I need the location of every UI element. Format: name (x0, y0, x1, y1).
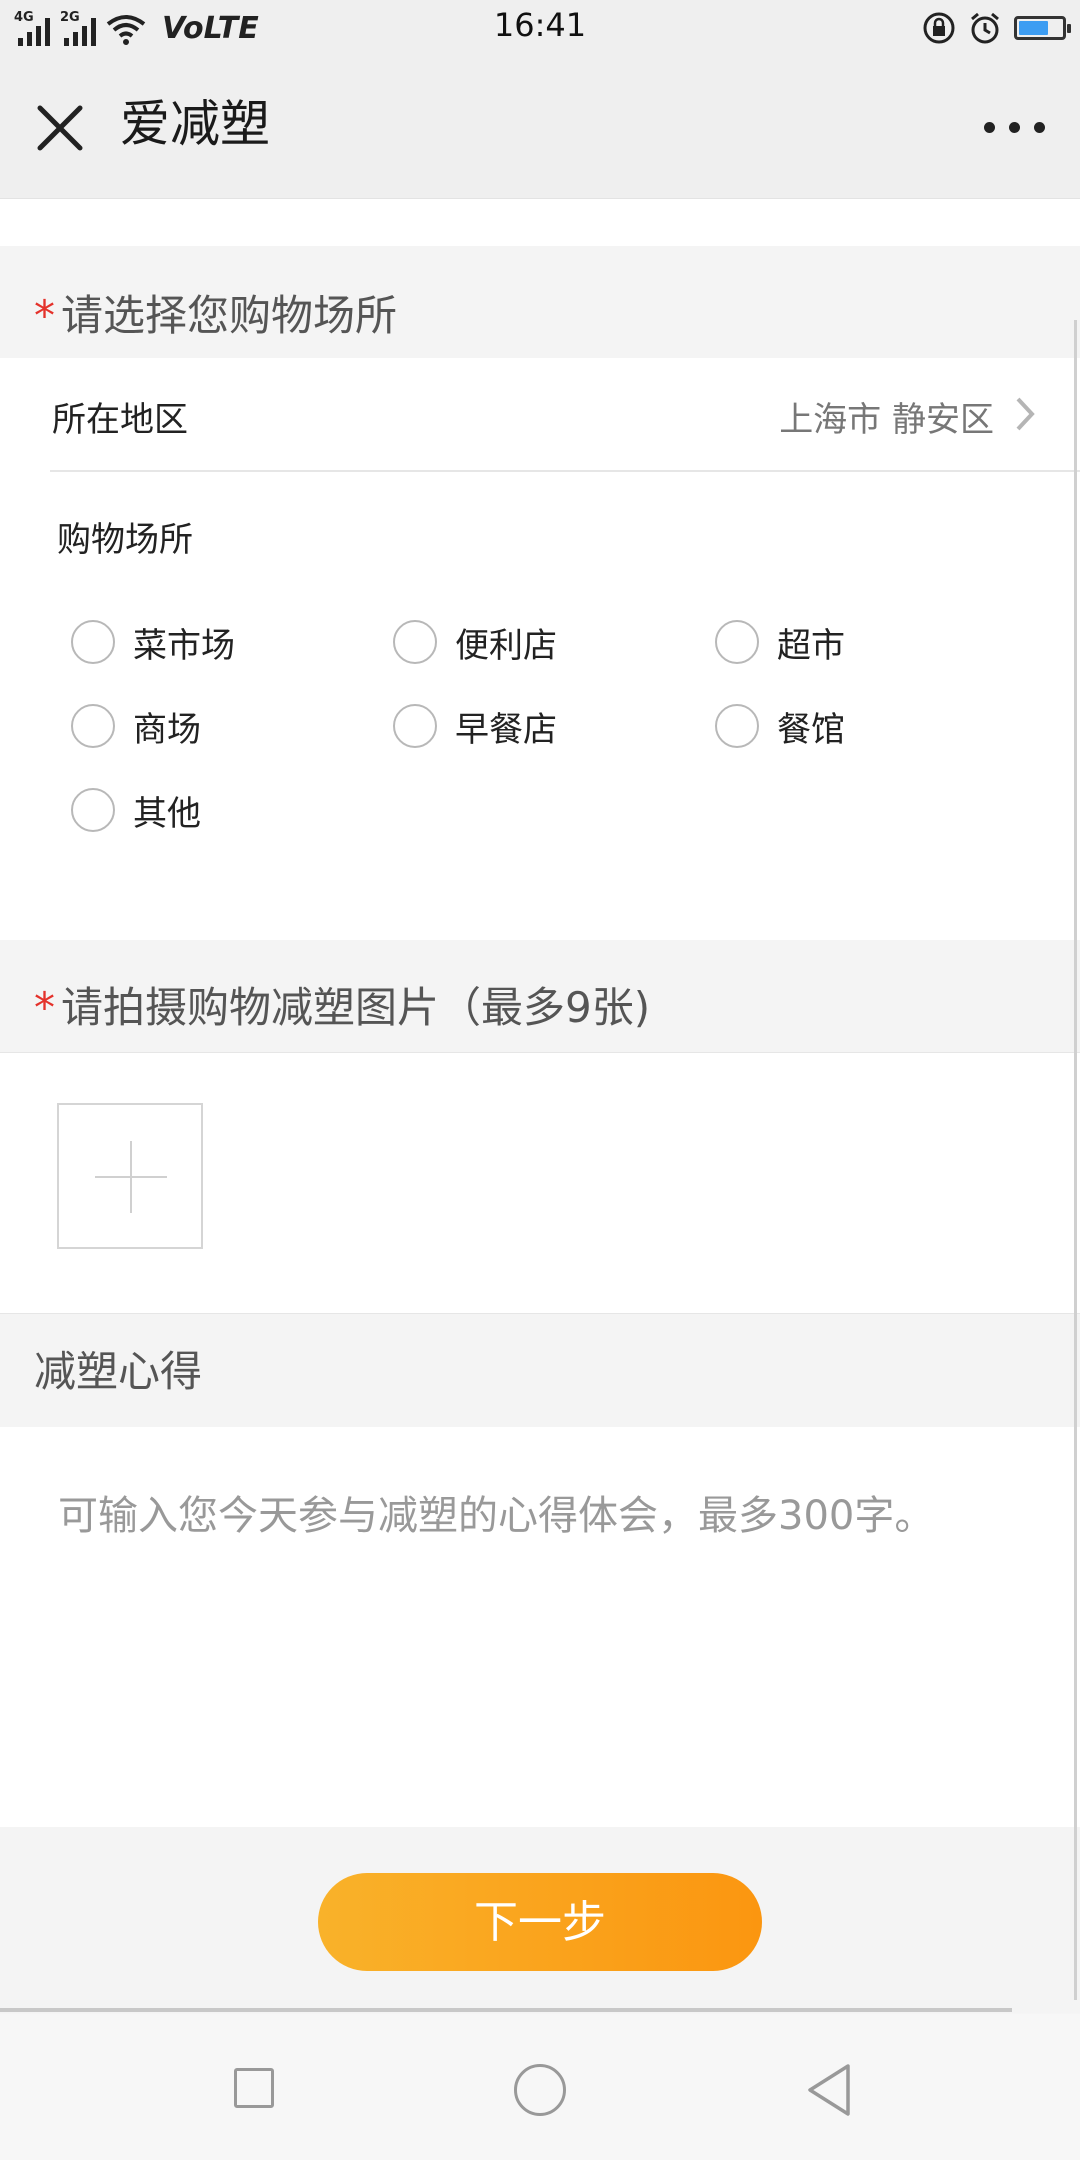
radio-circle[interactable] (393, 704, 437, 748)
radio-label: 餐馆 (777, 709, 845, 750)
radio-circle[interactable] (715, 704, 759, 748)
radio-circle[interactable] (71, 704, 115, 748)
section-title: * 请拍摄购物减塑图片（最多9张) (34, 978, 650, 1038)
radio-circle[interactable] (71, 788, 115, 832)
status-right (922, 10, 1071, 46)
radio-label: 其他 (133, 793, 201, 834)
shopping-place-card: 所在地区 上海市 静安区 购物场所 菜市场 便利店 超市 商场 早餐店 餐馆 其… (0, 358, 1080, 940)
radio-label: 商场 (133, 709, 201, 750)
page-title: 爱减塑 (120, 95, 270, 153)
region-label: 所在地区 (52, 400, 188, 440)
home-icon[interactable] (514, 2064, 566, 2116)
section-title-text: 请选择您购物场所 (61, 291, 398, 340)
section-title-text: 请拍摄购物减塑图片（最多9张) (61, 983, 651, 1032)
chevron-right-icon (1016, 397, 1035, 431)
scrollbar[interactable] (1074, 320, 1077, 2000)
radio-option[interactable]: 早餐店 (393, 696, 557, 756)
close-icon[interactable] (30, 98, 90, 158)
status-time: 16:41 (493, 6, 587, 44)
radio-option[interactable]: 菜市场 (71, 612, 235, 672)
region-value: 上海市 静安区 (779, 400, 994, 440)
divider (50, 470, 1080, 472)
shopping-place-header: * 请选择您购物场所 (0, 246, 1080, 358)
back-icon[interactable] (804, 2062, 854, 2118)
experience-section-header: 减塑心得 (0, 1314, 1080, 1427)
lock-rotation-icon (923, 12, 955, 44)
radio-option[interactable]: 其他 (71, 780, 201, 840)
status-bar: 4G 2G VoLTE 16:41 (0, 0, 1080, 58)
radio-option[interactable]: 商场 (71, 696, 201, 756)
radio-option[interactable]: 超市 (715, 612, 845, 672)
radio-circle[interactable] (715, 620, 759, 664)
app-header: 爱减塑 (0, 58, 1080, 199)
radio-option[interactable]: 便利店 (393, 612, 557, 672)
battery-icon (1014, 16, 1071, 40)
section-title: 减塑心得 (34, 1347, 203, 1396)
photo-section-header: * 请拍摄购物减塑图片（最多9张) (0, 940, 1080, 1052)
scroll-indicator (0, 2008, 1012, 2012)
radio-option[interactable]: 餐馆 (715, 696, 845, 756)
radio-label: 菜市场 (133, 625, 235, 666)
add-photo-button[interactable] (57, 1103, 203, 1249)
required-mark: * (34, 291, 55, 340)
place-label: 购物场所 (57, 520, 193, 560)
recent-apps-icon[interactable] (234, 2068, 274, 2108)
more-icon[interactable] (982, 112, 1046, 142)
required-mark: * (34, 983, 55, 1032)
radio-circle[interactable] (71, 620, 115, 664)
region-row[interactable]: 所在地区 上海市 静安区 (0, 358, 1080, 470)
radio-label: 超市 (777, 625, 845, 666)
next-button[interactable]: 下一步 (318, 1873, 762, 1971)
radio-label: 早餐店 (455, 709, 557, 750)
section-title: * 请选择您购物场所 (34, 286, 397, 346)
alarm-icon (971, 12, 999, 44)
experience-textarea[interactable] (0, 1427, 1080, 1827)
radio-circle[interactable] (393, 620, 437, 664)
divider-strip (0, 199, 1080, 246)
radio-label: 便利店 (455, 625, 557, 666)
